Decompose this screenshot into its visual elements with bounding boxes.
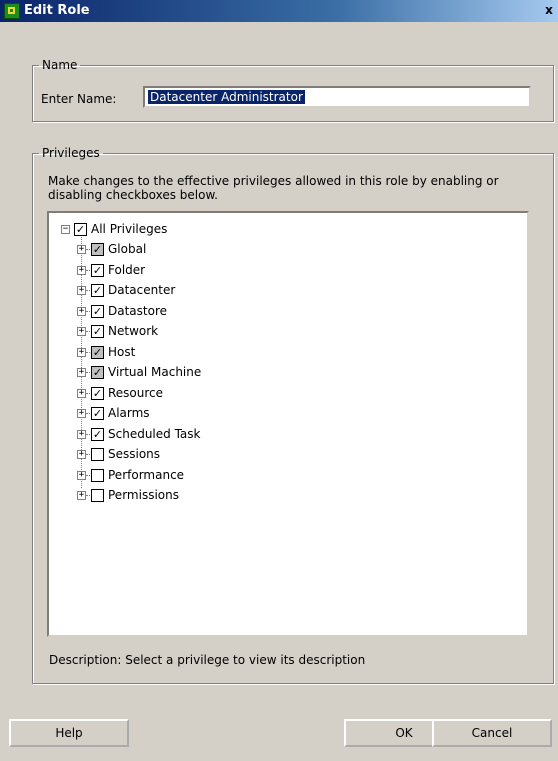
alarms-label: Alarms <box>108 406 150 420</box>
expand-icon[interactable]: + <box>77 348 86 357</box>
expand-icon[interactable]: + <box>77 471 86 480</box>
name-group-legend: Name <box>42 58 78 72</box>
scheduled-task-label: Scheduled Task <box>108 427 201 441</box>
datacenter-label: Datacenter <box>108 283 176 297</box>
help-button[interactable]: Help <box>9 719 129 747</box>
tree-connector-line <box>86 434 90 435</box>
collapse-icon[interactable]: − <box>61 225 70 234</box>
sessions-label: Sessions <box>108 447 161 461</box>
tree-connector-line <box>86 393 90 394</box>
host-checkbox[interactable]: ✓ <box>91 346 104 359</box>
tree-connector-line <box>86 413 90 414</box>
datastore-checkbox[interactable]: ✓ <box>91 305 104 318</box>
window-title: Edit Role <box>24 3 90 18</box>
tree-connector-line <box>86 372 90 373</box>
cancel-button[interactable]: Cancel <box>432 719 552 747</box>
all-privileges-checkbox[interactable]: ✓ <box>74 223 87 236</box>
tree-connector-line <box>86 311 90 312</box>
folder-label: Folder <box>108 263 146 277</box>
tree-connector-line <box>86 270 90 271</box>
permissions-checkbox[interactable] <box>91 489 104 502</box>
expand-icon[interactable]: + <box>77 327 86 336</box>
tree-connector-line <box>86 495 90 496</box>
tree-connector-line <box>86 249 90 250</box>
permissions-label: Permissions <box>108 488 179 502</box>
privileges-instructions: Make changes to the effective privileges… <box>48 174 499 202</box>
folder-checkbox[interactable]: ✓ <box>91 264 104 277</box>
tree-connector-line <box>86 290 90 291</box>
virtual-machine-label: Virtual Machine <box>108 365 202 379</box>
title-bar[interactable]: Edit Role x <box>0 0 558 22</box>
expand-icon[interactable]: + <box>77 245 86 254</box>
expand-icon[interactable]: + <box>77 286 86 295</box>
sessions-checkbox[interactable] <box>91 448 104 461</box>
resource-label: Resource <box>108 386 164 400</box>
scheduled-task-checkbox[interactable]: ✓ <box>91 428 104 441</box>
network-label: Network <box>108 324 159 338</box>
all-privileges-label: All Privileges <box>91 222 168 236</box>
name-input[interactable]: Datacenter Administrator <box>143 86 531 108</box>
expand-icon[interactable]: + <box>77 368 86 377</box>
tree-connector-line <box>86 454 90 455</box>
datacenter-checkbox[interactable]: ✓ <box>91 284 104 297</box>
name-input-value: Datacenter Administrator <box>148 90 305 104</box>
expand-icon[interactable]: + <box>77 389 86 398</box>
global-label: Global <box>108 242 147 256</box>
privileges-tree[interactable]: − ✓ All Privileges + ✓ Global + ✓ Folder + ✓ Dat… <box>47 211 529 637</box>
datastore-label: Datastore <box>108 304 168 318</box>
privileges-group-legend: Privileges <box>42 146 100 160</box>
expand-icon[interactable]: + <box>77 409 86 418</box>
close-button[interactable]: x <box>542 3 556 17</box>
host-label: Host <box>108 345 136 359</box>
global-checkbox[interactable]: ✓ <box>91 243 104 256</box>
tree-connector-line <box>86 352 90 353</box>
network-checkbox[interactable]: ✓ <box>91 325 104 338</box>
app-icon <box>4 3 20 19</box>
tree-connector-line <box>86 475 90 476</box>
description-text: Description: Select a privilege to view … <box>49 653 366 667</box>
alarms-checkbox[interactable]: ✓ <box>91 407 104 420</box>
enter-name-label: Enter Name: <box>41 92 117 106</box>
expand-icon[interactable]: + <box>77 450 86 459</box>
expand-icon[interactable]: + <box>77 307 86 316</box>
resource-checkbox[interactable]: ✓ <box>91 387 104 400</box>
performance-label: Performance <box>108 468 185 482</box>
virtual-machine-checkbox[interactable]: ✓ <box>91 366 104 379</box>
expand-icon[interactable]: + <box>77 430 86 439</box>
expand-icon[interactable]: + <box>77 266 86 275</box>
tree-connector-line <box>86 331 90 332</box>
performance-checkbox[interactable] <box>91 469 104 482</box>
expand-icon[interactable]: + <box>77 491 86 500</box>
